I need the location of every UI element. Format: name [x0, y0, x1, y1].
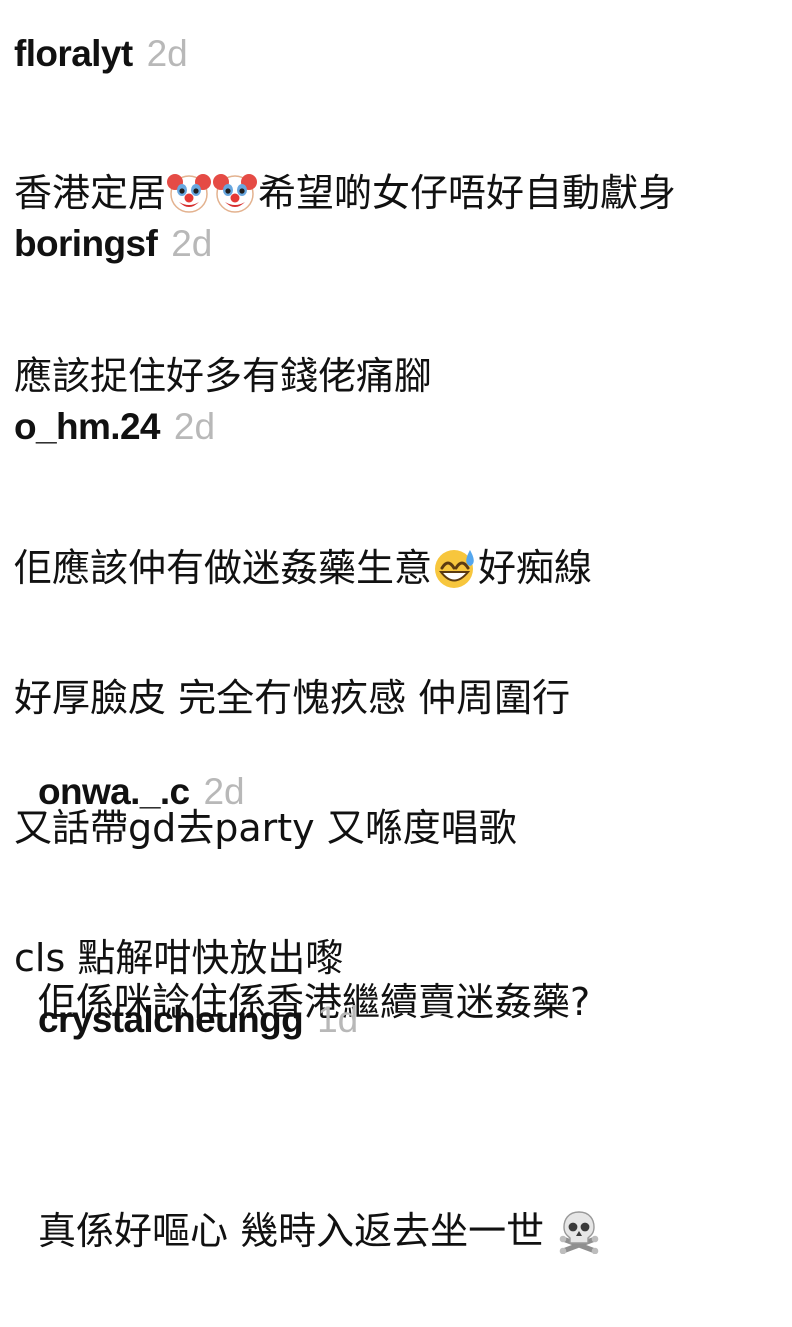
- comment-text-part: 佢應該仲有做迷姦藥生意: [14, 546, 433, 590]
- comment-text: 真係好嘔心 幾時入返去坐一世: [38, 1135, 784, 1327]
- skull-crossbones-icon: [556, 1208, 602, 1254]
- reply-comment: crystalcheungg 1d 真係好嘔心 幾時入返去坐一世: [38, 998, 784, 1327]
- comment-line: 香港定居 希望啲女仔唔好自動獻身: [14, 161, 784, 225]
- username-link[interactable]: crystalcheungg: [38, 998, 304, 1042]
- comment-line: 真係好嘔心 幾時入返去坐一世: [38, 1199, 784, 1263]
- comment-text-part: 香港定居: [14, 171, 167, 215]
- timestamp: 1d: [317, 999, 359, 1040]
- comment-text-part: 真係好嘔心 幾時入返去坐一世: [38, 1209, 557, 1253]
- username-link[interactable]: onwa._.c: [38, 770, 190, 814]
- grinning-sweat-face-icon: [432, 545, 478, 591]
- timestamp: 2d: [171, 223, 213, 264]
- comment-text-part: 好痴線: [478, 546, 593, 590]
- comment-line: 佢應該仲有做迷姦藥生意 好痴線: [14, 536, 784, 601]
- timestamp: 2d: [146, 33, 188, 74]
- clown-face-icon: [166, 170, 212, 216]
- username-link[interactable]: floralyt: [14, 32, 133, 76]
- comment-meta: crystalcheungg 1d: [38, 998, 784, 1042]
- comment-meta: boringsf 2d: [14, 222, 784, 266]
- comment-line: 好厚臉皮 完全冇愧疚感 仲周圍行: [14, 676, 571, 720]
- comment-meta: onwa._.c 2d: [38, 770, 784, 814]
- username-link[interactable]: boringsf: [14, 222, 158, 266]
- clown-face-icon: [212, 170, 258, 216]
- timestamp: 2d: [173, 406, 216, 447]
- comment-meta: o_hm.24 2d: [14, 405, 784, 449]
- comment-text-part: 希望啲女仔唔好自動獻身: [258, 171, 677, 215]
- timestamp: 2d: [203, 771, 245, 812]
- comment-line: 應該捉住好多有錢佬痛腳: [14, 354, 433, 398]
- username-link[interactable]: o_hm.24: [14, 405, 161, 449]
- comment-meta: floralyt 2d: [14, 32, 784, 76]
